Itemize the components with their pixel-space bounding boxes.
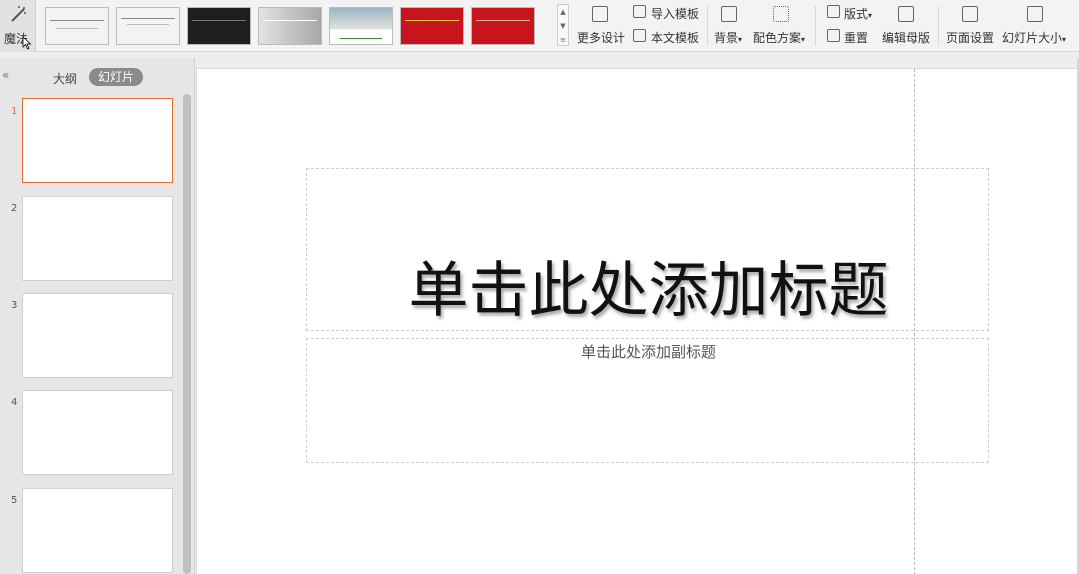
edit-master-button[interactable]: 编辑母版 — [882, 29, 930, 46]
slide-size-icon — [1027, 6, 1043, 22]
title-placeholder[interactable]: 单击此处添加标题 — [306, 168, 989, 331]
ribbon-toolbar: 魔法 ▲ ▼ ≡ 更多设计 导入模板 本文模板 背景▾ 配色方案▾ 版式▾ 重置 编… — [0, 0, 1079, 52]
mouse-cursor-icon — [22, 36, 32, 50]
layout-button[interactable]: 版式▾ — [844, 5, 872, 22]
tab-outline[interactable]: 大纲 — [53, 70, 77, 87]
magic-wand-icon — [11, 6, 26, 22]
slide-thumbnail-3[interactable] — [22, 293, 173, 378]
edit-master-icon — [898, 6, 914, 22]
slide-number: 1 — [11, 106, 18, 117]
this-template-icon — [633, 29, 646, 42]
ribbon-separator — [815, 6, 816, 46]
template-thumb-6[interactable] — [400, 7, 464, 45]
page-setup-button[interactable]: 页面设置 — [946, 29, 994, 46]
ribbon-separator — [707, 6, 708, 46]
slide-canvas: 单击此处添加标题 单击此处添加副标题 — [196, 68, 1078, 574]
more-design-icon — [592, 6, 608, 22]
panel-scrollbar[interactable] — [183, 94, 191, 574]
slide-thumbnail-1[interactable] — [22, 98, 173, 183]
slide-thumbnail-2[interactable] — [22, 196, 173, 281]
reset-button[interactable]: 重置 — [844, 29, 868, 46]
this-template-button[interactable]: 本文模板 — [651, 29, 699, 46]
template-gallery — [40, 4, 570, 46]
template-thumb-3[interactable] — [187, 7, 251, 45]
template-thumb-2[interactable] — [116, 7, 180, 45]
collapse-panel-icon[interactable]: « — [2, 68, 9, 82]
slide-number: 5 — [11, 495, 18, 506]
template-thumb-5[interactable] — [329, 7, 393, 45]
more-design-button[interactable]: 更多设计 — [577, 29, 625, 46]
template-thumb-7[interactable] — [471, 7, 535, 45]
import-template-icon — [633, 5, 646, 18]
slide-number: 2 — [11, 203, 18, 214]
tab-slides[interactable]: 幻灯片 — [89, 68, 143, 86]
slide-number: 4 — [11, 397, 18, 408]
magic-button[interactable]: 魔法 — [0, 0, 36, 52]
background-button[interactable]: 背景▾ — [714, 29, 742, 46]
slide-thumbnail-5[interactable] — [22, 488, 173, 573]
gallery-scroll[interactable]: ▲ ▼ ≡ — [557, 4, 569, 46]
slide-number: 3 — [11, 300, 18, 311]
color-scheme-icon — [773, 6, 789, 22]
slide-size-button[interactable]: 幻灯片大小▾ — [1002, 29, 1066, 46]
slide-thumbnail-4[interactable] — [22, 390, 173, 475]
slide-subtitle: 单击此处添加副标题 — [580, 343, 716, 361]
subtitle-placeholder[interactable]: 单击此处添加副标题 — [306, 338, 989, 463]
slide-title: 单击此处添加标题 — [408, 256, 889, 326]
background-icon — [721, 6, 737, 22]
template-thumb-1[interactable] — [45, 7, 109, 45]
ribbon-separator — [938, 6, 939, 46]
import-template-button[interactable]: 导入模板 — [651, 5, 699, 22]
page-setup-icon — [962, 6, 978, 22]
reset-icon — [827, 29, 840, 42]
template-thumb-4[interactable] — [258, 7, 322, 45]
layout-icon — [827, 5, 840, 18]
color-scheme-button[interactable]: 配色方案▾ — [753, 29, 805, 46]
slide-panel: « 大纲 幻灯片 1 2 3 4 5 — [0, 58, 195, 574]
